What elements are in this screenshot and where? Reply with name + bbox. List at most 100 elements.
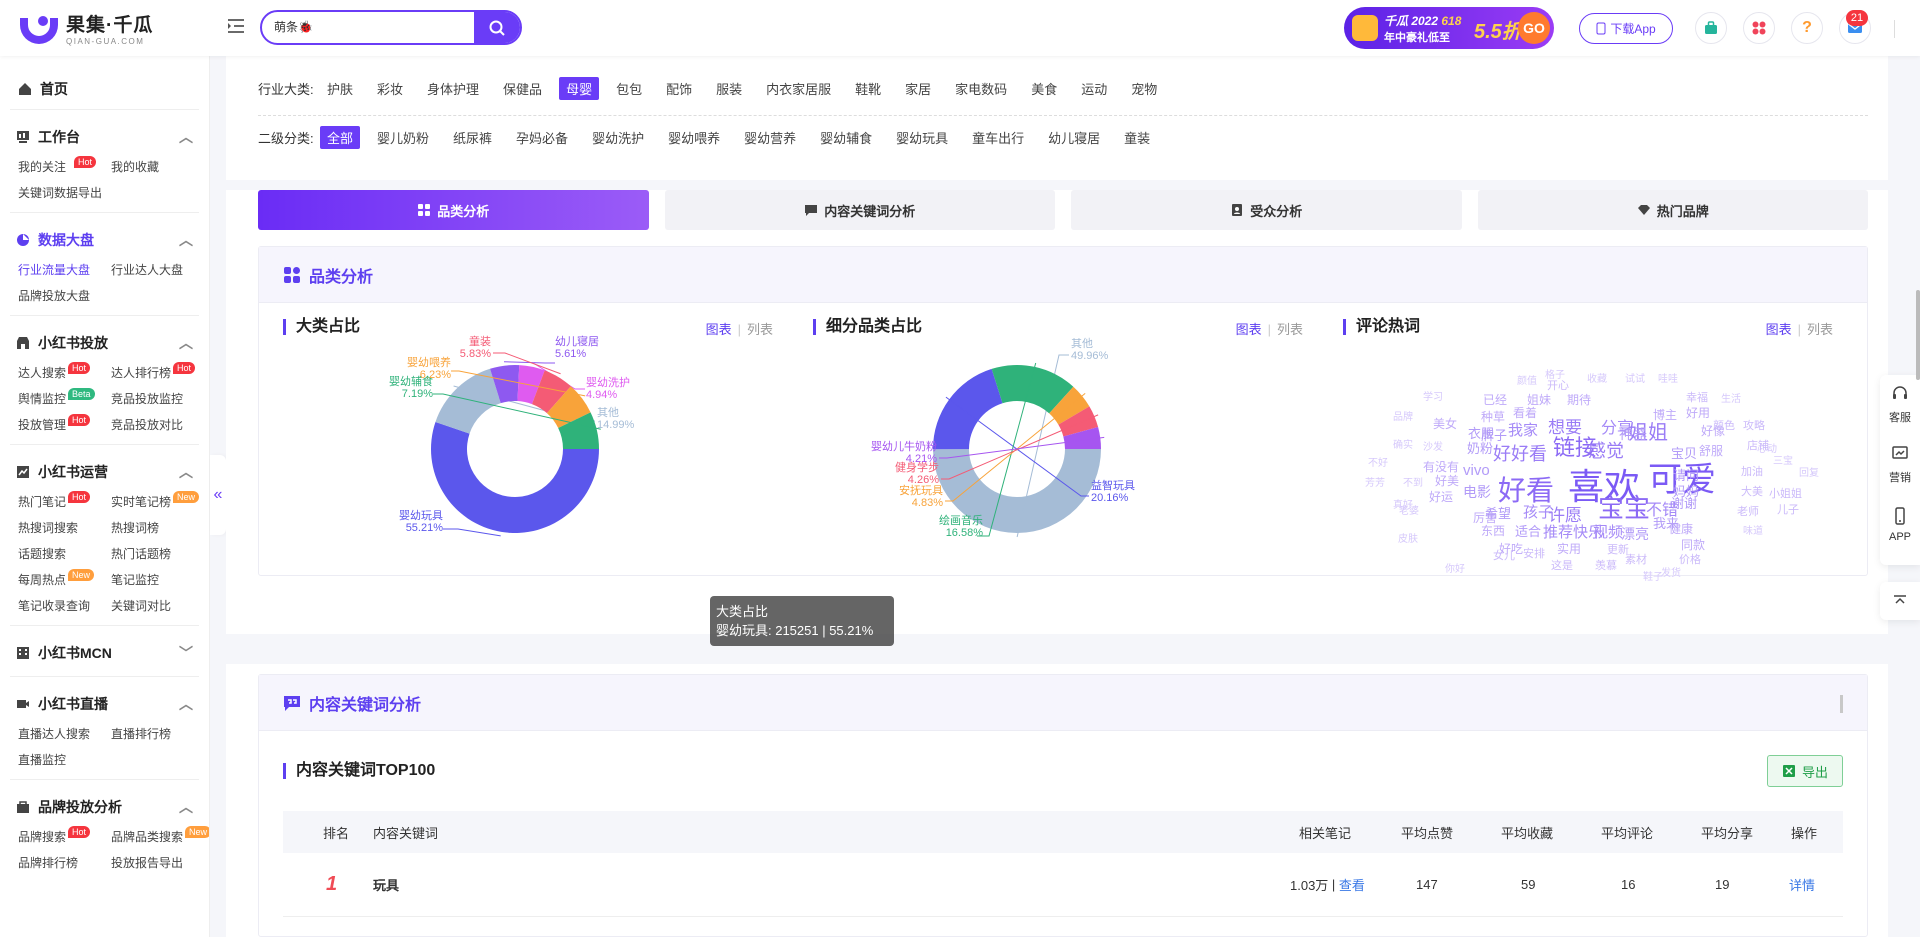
- subcategory-option[interactable]: 全部: [320, 125, 361, 149]
- view-link[interactable]: 查看: [1339, 875, 1365, 894]
- sidebar-head-xhs-ops[interactable]: 小红书运营 ︿: [16, 455, 193, 489]
- industry-option[interactable]: 鞋靴: [848, 77, 888, 100]
- table-scrollbar[interactable]: [1840, 695, 1843, 713]
- sidebar-link[interactable]: 直播达人搜索: [18, 721, 111, 747]
- industry-option[interactable]: 包包: [609, 77, 649, 100]
- sidebar-collapse-button[interactable]: «: [210, 455, 226, 535]
- sidebar-link[interactable]: 关键词数据导出: [18, 180, 204, 206]
- sidebar-link[interactable]: 热门话题榜: [111, 541, 204, 567]
- donut-slice[interactable]: [933, 368, 1003, 450]
- industry-option[interactable]: 身体护理: [420, 77, 486, 100]
- sidebar-link[interactable]: 行业流量大盘: [18, 257, 111, 283]
- industry-option[interactable]: 运动: [1074, 77, 1114, 100]
- subcategory-option[interactable]: 婴幼营养: [737, 126, 803, 149]
- industry-option[interactable]: 配饰: [659, 77, 699, 100]
- sidebar-link[interactable]: 品牌投放大盘: [18, 283, 111, 309]
- subcategory-option[interactable]: 婴幼喂养: [661, 126, 727, 149]
- sidebar-link[interactable]: 我的收藏: [111, 154, 204, 180]
- download-app-button[interactable]: 下载App: [1579, 13, 1673, 44]
- menu-fold-icon[interactable]: [226, 16, 246, 36]
- sidebar-link[interactable]: 达人排行榜 Hot: [111, 360, 204, 386]
- sidebar-link[interactable]: 品牌品类搜索 New: [111, 824, 209, 850]
- export-button[interactable]: 导出: [1767, 755, 1843, 787]
- subcategory-option[interactable]: 婴幼洗护: [585, 126, 651, 149]
- subcategory-option[interactable]: 幼儿寝居: [1041, 126, 1107, 149]
- app-button[interactable]: APP: [1880, 495, 1920, 555]
- detail-link[interactable]: 详情: [1789, 853, 1815, 916]
- slice-label: 幼儿寝居: [555, 334, 599, 348]
- sidebar-section-workbench: 工作台 ︿ 我的关注 Hot 我的收藏 关键词数据导出: [10, 109, 199, 212]
- brand-logo[interactable]: 果集·千瓜 QIAN-GUA.COM: [18, 10, 153, 46]
- subcategory-option[interactable]: 纸尿裤: [446, 126, 499, 149]
- industry-option[interactable]: 彩妆: [370, 77, 410, 100]
- industry-option[interactable]: 保健品: [496, 77, 549, 100]
- page-scrollbar[interactable]: [1916, 290, 1920, 380]
- sidebar-head-mcn[interactable]: 小红书MCN ﹀: [16, 636, 193, 670]
- sidebar-head-xhs-ads[interactable]: 小红书投放 ︿: [16, 326, 193, 360]
- industry-option[interactable]: 家电数码: [948, 77, 1014, 100]
- sidebar-link[interactable]: 直播监控: [18, 747, 111, 773]
- sidebar-link[interactable]: 竞品投放监控: [111, 386, 204, 412]
- list-view-toggle[interactable]: 列表: [1807, 322, 1833, 337]
- sidebar-link[interactable]: 话题搜索: [18, 541, 111, 567]
- promo-go-button[interactable]: GO: [1518, 12, 1550, 44]
- sidebar-link[interactable]: 品牌排行榜: [18, 850, 111, 876]
- sidebar-link[interactable]: 关键词对比: [111, 593, 204, 619]
- building-icon: [17, 647, 29, 659]
- search-button[interactable]: [474, 12, 520, 43]
- sidebar-head-live[interactable]: 小红书直播 ︿: [16, 687, 193, 721]
- back-to-top-button[interactable]: [1880, 582, 1920, 620]
- industry-option[interactable]: 家居: [898, 77, 938, 100]
- industry-option[interactable]: 服装: [709, 77, 749, 100]
- sidebar-link[interactable]: 热门笔记 Hot: [18, 489, 111, 515]
- sidebar-link[interactable]: 笔记监控: [111, 567, 204, 593]
- chart-view-toggle[interactable]: 图表: [1766, 322, 1792, 337]
- marketing-button[interactable]: 营销: [1880, 435, 1920, 495]
- sidebar-item-home[interactable]: 首页: [0, 69, 209, 109]
- sidebar-link[interactable]: 竞品投放对比: [111, 412, 204, 438]
- sidebar-link[interactable]: 笔记收录查询: [18, 593, 111, 619]
- sidebar-link[interactable]: 行业达人大盘: [111, 257, 204, 283]
- sidebar-link[interactable]: 热搜词搜索: [18, 515, 111, 541]
- sidebar-link[interactable]: 实时笔记榜 New: [111, 489, 204, 515]
- subcategory-option[interactable]: 婴幼辅食: [813, 126, 879, 149]
- grid-icon: [418, 204, 431, 216]
- sidebar-head-data[interactable]: 数据大盘 ︿: [16, 223, 193, 257]
- sidebar-link[interactable]: 我的关注 Hot: [18, 154, 111, 180]
- industry-option[interactable]: 美食: [1024, 77, 1064, 100]
- sidebar-link[interactable]: 舆情监控 Beta: [18, 386, 111, 412]
- industry-option[interactable]: 母婴: [559, 77, 600, 100]
- apps-button[interactable]: [1743, 12, 1775, 44]
- customer-service-button[interactable]: 客服: [1880, 375, 1920, 435]
- industry-option[interactable]: 护肤: [320, 77, 360, 100]
- tab-keyword-analysis[interactable]: 内容关键词分析: [664, 190, 1055, 230]
- sidebar-head-brand[interactable]: 品牌投放分析 ︿: [16, 790, 193, 824]
- col-action: 操作: [1791, 825, 1818, 841]
- briefcase-button[interactable]: [1695, 12, 1727, 44]
- sidebar-head-workbench[interactable]: 工作台 ︿: [16, 120, 193, 154]
- industry-option[interactable]: 宠物: [1124, 77, 1164, 100]
- hot-tag: Hot: [68, 491, 91, 503]
- subcategory-option[interactable]: 童车出行: [965, 126, 1031, 149]
- sidebar-link[interactable]: 投放管理 Hot: [18, 412, 111, 438]
- subcategory-option[interactable]: 孕妈必备: [509, 126, 575, 149]
- cloud-word: 羡慕: [1595, 560, 1617, 572]
- sidebar-link[interactable]: 热搜词榜: [111, 515, 204, 541]
- subcategory-option[interactable]: 婴幼玩具: [889, 126, 955, 149]
- tab-audience-analysis[interactable]: 受众分析: [1071, 190, 1462, 230]
- sidebar-link[interactable]: 品牌搜索 Hot: [18, 824, 111, 850]
- help-button[interactable]: ?: [1791, 12, 1823, 44]
- subcategory-option[interactable]: 婴儿奶粉: [370, 126, 436, 149]
- sidebar-link[interactable]: 每周热点 New: [18, 567, 111, 593]
- cloud-word: 安排: [1523, 548, 1545, 560]
- promo-banner[interactable]: 千瓜 2022 618 年中豪礼低至 5.5折 GO: [1344, 7, 1554, 49]
- industry-option[interactable]: 内衣家居服: [759, 77, 838, 100]
- sidebar-link[interactable]: 投放报告导出: [111, 850, 204, 876]
- tab-category-analysis[interactable]: 品类分析: [258, 190, 649, 230]
- sidebar-link[interactable]: 达人搜索 Hot: [18, 360, 111, 386]
- search-input[interactable]: [274, 19, 474, 33]
- comment-icon: [805, 205, 818, 216]
- subcategory-option[interactable]: 童装: [1117, 126, 1157, 149]
- tab-hot-brands[interactable]: 热门品牌: [1477, 190, 1868, 230]
- sidebar-link[interactable]: 直播排行榜: [111, 721, 204, 747]
